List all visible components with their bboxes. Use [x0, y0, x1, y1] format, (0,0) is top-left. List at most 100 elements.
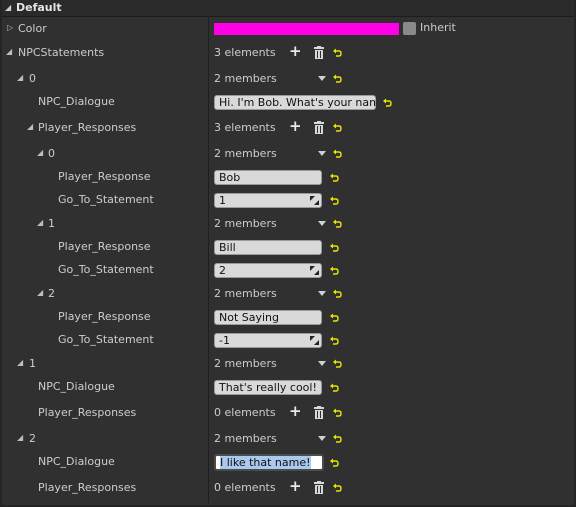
- reset-to-default-icon[interactable]: [333, 289, 342, 298]
- reset-to-default-icon[interactable]: [330, 313, 339, 322]
- collapse-arrow-icon[interactable]: ◢: [6, 47, 12, 56]
- reset-to-default-icon[interactable]: [330, 458, 339, 467]
- reset-to-default-icon[interactable]: [333, 123, 342, 132]
- section-header-default[interactable]: ◢ Default: [2, 0, 574, 17]
- item-index: 1: [29, 357, 36, 370]
- numeric-value: 2: [219, 264, 226, 277]
- element-count: 0 elements: [214, 406, 276, 419]
- reset-to-default-icon[interactable]: [333, 48, 342, 57]
- property-name: NPC_Dialogue: [38, 455, 115, 468]
- item-index: 1: [48, 217, 55, 230]
- npc-dialogue-input[interactable]: Hi. I'm Bob. What's your name?: [214, 95, 376, 110]
- array-item-0: ◢ 0 2 members: [2, 67, 574, 91]
- collapse-arrow-icon[interactable]: ◢: [5, 3, 11, 12]
- add-element-icon[interactable]: +: [289, 478, 302, 494]
- go-to-statement-input[interactable]: 2: [214, 263, 322, 278]
- spin-handle-icon[interactable]: [310, 196, 319, 205]
- property-name: Player_Response: [58, 240, 151, 253]
- numeric-value: 1: [219, 194, 226, 207]
- property-row-player-response: Player_Response Bob: [2, 165, 574, 189]
- property-row-go-to-statement: Go_To_Statement 2: [2, 258, 574, 282]
- reset-to-default-icon[interactable]: [333, 74, 342, 83]
- response-item-2: ◢ 2 2 members: [2, 282, 574, 306]
- member-count: 2 members: [214, 72, 277, 85]
- property-row-player-response: Player_Response Bill: [2, 235, 574, 259]
- reset-to-default-icon[interactable]: [330, 173, 339, 182]
- property-row-go-to-statement: Go_To_Statement 1: [2, 188, 574, 212]
- reset-to-default-icon[interactable]: [333, 219, 342, 228]
- collapse-arrow-icon[interactable]: ◢: [27, 122, 33, 131]
- reset-to-default-icon[interactable]: [333, 408, 342, 417]
- reset-to-default-icon[interactable]: [330, 196, 339, 205]
- collapse-arrow-icon[interactable]: ◢: [37, 148, 43, 157]
- section-title: Default: [16, 1, 62, 14]
- reset-to-default-icon[interactable]: [333, 359, 342, 368]
- go-to-statement-input[interactable]: 1: [214, 193, 322, 208]
- expand-arrow-icon[interactable]: ▷: [7, 23, 13, 32]
- numeric-value: -1: [219, 334, 230, 347]
- property-name: Player_Responses: [38, 121, 137, 134]
- color-swatch[interactable]: [214, 23, 399, 35]
- property-row-npc-dialogue: NPC_Dialogue Hi. I'm Bob. What's your na…: [2, 90, 574, 114]
- property-name: Player_Responses: [38, 481, 137, 494]
- response-item-0: ◢ 0 2 members: [2, 142, 574, 166]
- trash-icon[interactable]: [314, 406, 324, 419]
- reset-to-default-icon[interactable]: [333, 149, 342, 158]
- property-name: Player_Response: [58, 170, 151, 183]
- reset-to-default-icon[interactable]: [383, 98, 392, 107]
- chevron-down-icon[interactable]: [318, 221, 326, 226]
- collapse-arrow-icon[interactable]: ◢: [37, 288, 43, 297]
- property-name: Go_To_Statement: [58, 193, 154, 206]
- property-name: Go_To_Statement: [58, 263, 154, 276]
- player-response-input[interactable]: Bob: [214, 170, 322, 185]
- spin-handle-icon[interactable]: [310, 336, 319, 345]
- npc-dialogue-input[interactable]: That's really cool!: [214, 380, 322, 395]
- player-response-input[interactable]: Not Saying: [214, 310, 322, 325]
- inherit-label: Inherit: [420, 21, 456, 34]
- chevron-down-icon[interactable]: [318, 291, 326, 296]
- property-name: Color: [18, 22, 47, 35]
- spin-handle-icon[interactable]: [310, 266, 319, 275]
- trash-icon[interactable]: [314, 121, 324, 134]
- item-index: 2: [29, 432, 36, 445]
- reset-to-default-icon[interactable]: [333, 434, 342, 443]
- player-response-input[interactable]: Bill: [214, 240, 322, 255]
- property-name: NPC_Dialogue: [38, 95, 115, 108]
- trash-icon[interactable]: [314, 481, 324, 494]
- reset-to-default-icon[interactable]: [330, 383, 339, 392]
- reset-to-default-icon[interactable]: [330, 266, 339, 275]
- collapse-arrow-icon[interactable]: ◢: [17, 73, 23, 82]
- reset-to-default-icon[interactable]: [330, 336, 339, 345]
- item-index: 0: [48, 147, 55, 160]
- reset-to-default-icon[interactable]: [330, 243, 339, 252]
- member-count: 2 members: [214, 287, 277, 300]
- inherit-checkbox[interactable]: [403, 22, 416, 35]
- reset-to-default-icon[interactable]: [333, 483, 342, 492]
- add-element-icon[interactable]: +: [289, 43, 302, 59]
- property-row-go-to-statement: Go_To_Statement -1: [2, 328, 574, 352]
- trash-icon[interactable]: [314, 46, 324, 59]
- collapse-arrow-icon[interactable]: ◢: [17, 358, 23, 367]
- chevron-down-icon[interactable]: [318, 76, 326, 81]
- collapse-arrow-icon[interactable]: ◢: [17, 433, 23, 442]
- array-item-1: ◢ 1 2 members: [2, 352, 574, 376]
- array-item-2: ◢ 2 2 members: [2, 427, 574, 451]
- chevron-down-icon[interactable]: [318, 436, 326, 441]
- add-element-icon[interactable]: +: [289, 118, 302, 134]
- property-row-npc-dialogue: NPC_Dialogue That's really cool!: [2, 375, 574, 399]
- property-row-player-responses: ◢ Player_Responses 3 elements +: [2, 116, 574, 140]
- member-count: 2 members: [214, 217, 277, 230]
- chevron-down-icon[interactable]: [318, 151, 326, 156]
- chevron-down-icon[interactable]: [318, 361, 326, 366]
- collapse-arrow-icon[interactable]: ◢: [37, 218, 43, 227]
- property-name: Player_Responses: [38, 406, 137, 419]
- member-count: 2 members: [214, 432, 277, 445]
- add-element-icon[interactable]: +: [289, 403, 302, 419]
- member-count: 2 members: [214, 357, 277, 370]
- details-panel: ◢ Default ▷ Color Inherit ◢ NPCStatement…: [2, 0, 574, 505]
- property-row-npc-dialogue: NPC_Dialogue I like that name!: [2, 450, 574, 474]
- property-name: Player_Response: [58, 310, 151, 323]
- member-count: 2 members: [214, 147, 277, 160]
- go-to-statement-input[interactable]: -1: [214, 333, 322, 348]
- npc-dialogue-input[interactable]: I like that name!: [214, 454, 324, 471]
